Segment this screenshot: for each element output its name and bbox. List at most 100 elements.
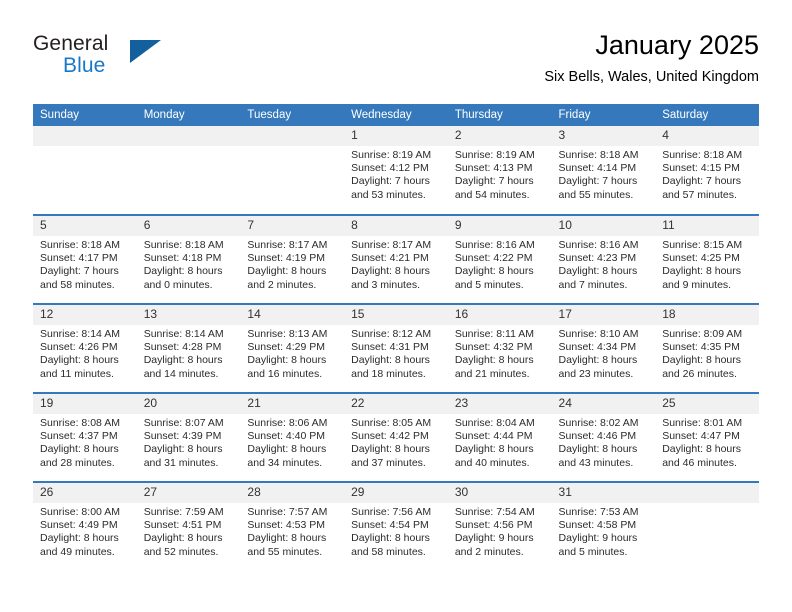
sunset-text: Sunset: 4:51 PM xyxy=(143,519,222,532)
daylight-text: Daylight: 8 hours and 3 minutes. xyxy=(351,265,430,291)
calendar-day-cell[interactable]: 10 Sunrise: 8:16 AM Sunset: 4:23 PM Dayligh… xyxy=(551,214,656,304)
daylight-text: Daylight: 8 hours and 2 minutes. xyxy=(247,265,327,291)
sunset-text: Sunset: 4:15 PM xyxy=(662,162,740,175)
day-info: Sunrise: 8:16 AM Sunset: 4:22 PM Daylight:… xyxy=(448,236,552,292)
calendar-day-cell[interactable]: 30 Sunrise: 7:54 AM Sunset: 4:56 PM Dayligh… xyxy=(447,481,552,571)
calendar-day-cell[interactable]: 18 Sunrise: 8:09 AM Sunset: 4:35 PM Dayligh… xyxy=(655,303,759,393)
sunset-text: Sunset: 4:35 PM xyxy=(662,341,740,354)
calendar-day-cell[interactable]: 31 Sunrise: 7:53 AM Sunset: 4:58 PM Dayligh… xyxy=(551,481,656,571)
sunrise-text: Sunrise: 8:04 AM xyxy=(454,417,535,429)
sunset-text: Sunset: 4:46 PM xyxy=(558,430,637,443)
day-number: 29 xyxy=(344,483,448,503)
calendar-day-cell-empty xyxy=(33,126,137,215)
sunrise-text: Sunrise: 8:02 AM xyxy=(558,417,639,429)
sunset-text: Sunset: 4:47 PM xyxy=(662,430,740,443)
calendar-day-cell[interactable]: 1 Sunrise: 8:19 AM Sunset: 4:12 PM Daylight… xyxy=(344,126,448,215)
calendar-day-cell[interactable]: 17 Sunrise: 8:10 AM Sunset: 4:34 PM Dayligh… xyxy=(551,303,656,393)
sunrise-text: Sunrise: 8:08 AM xyxy=(40,417,120,429)
sunrise-text: Sunrise: 8:15 AM xyxy=(662,239,743,251)
sunrise-text: Sunrise: 8:11 AM xyxy=(454,328,534,340)
day-number: 23 xyxy=(447,394,552,414)
sunset-text: Sunset: 4:29 PM xyxy=(247,341,326,354)
calendar-day-cell[interactable]: 26 Sunrise: 8:00 AM Sunset: 4:49 PM Dayligh… xyxy=(33,481,137,571)
day-info: Sunrise: 8:09 AM Sunset: 4:35 PM Daylight:… xyxy=(655,325,759,381)
daylight-text: Daylight: 9 hours and 2 minutes. xyxy=(454,532,534,558)
calendar-day-cell[interactable]: 13 Sunrise: 8:14 AM Sunset: 4:28 PM Dayligh… xyxy=(136,303,241,393)
calendar-day-cell[interactable]: 9 Sunrise: 8:16 AM Sunset: 4:22 PM Daylight… xyxy=(447,214,552,304)
sunset-text: Sunset: 4:13 PM xyxy=(454,162,533,175)
day-number: 18 xyxy=(655,305,759,325)
calendar-day-cell[interactable]: 3 Sunrise: 8:18 AM Sunset: 4:14 PM Daylight… xyxy=(551,126,656,215)
weekday-header-wednesday: Wednesday xyxy=(344,104,448,126)
day-number: 9 xyxy=(447,216,552,236)
day-info: Sunrise: 7:53 AM Sunset: 4:58 PM Daylight:… xyxy=(552,503,656,559)
calendar-week-row: 5 Sunrise: 8:18 AM Sunset: 4:17 PM Daylight… xyxy=(33,214,759,304)
calendar-day-cell[interactable]: 6 Sunrise: 8:18 AM Sunset: 4:18 PM Daylight… xyxy=(136,214,241,304)
daylight-text: Daylight: 8 hours and 49 minutes. xyxy=(40,532,119,558)
calendar-day-cell[interactable]: 27 Sunrise: 7:59 AM Sunset: 4:51 PM Dayligh… xyxy=(136,481,241,571)
calendar-day-cell[interactable]: 28 Sunrise: 7:57 AM Sunset: 4:53 PM Dayligh… xyxy=(240,481,345,571)
calendar-day-cell[interactable]: 24 Sunrise: 8:02 AM Sunset: 4:46 PM Dayligh… xyxy=(551,392,656,482)
day-info: Sunrise: 8:07 AM Sunset: 4:39 PM Daylight:… xyxy=(137,414,241,470)
sunset-text: Sunset: 4:32 PM xyxy=(454,341,533,354)
calendar-day-cell[interactable]: 7 Sunrise: 8:17 AM Sunset: 4:19 PM Daylight… xyxy=(240,214,345,304)
calendar-day-cell[interactable]: 2 Sunrise: 8:19 AM Sunset: 4:13 PM Daylight… xyxy=(447,126,552,215)
day-number: 28 xyxy=(240,483,345,503)
title-block: January 2025 Six Bells, Wales, United Ki… xyxy=(544,28,759,86)
calendar-day-cell[interactable]: 15 Sunrise: 8:12 AM Sunset: 4:31 PM Dayligh… xyxy=(344,303,448,393)
brand-logo[interactable]: General Blue xyxy=(33,32,233,84)
sunrise-text: Sunrise: 8:19 AM xyxy=(454,149,535,161)
weekday-header-tuesday: Tuesday xyxy=(240,104,345,126)
day-number: 5 xyxy=(33,216,137,236)
daylight-text: Daylight: 7 hours and 57 minutes. xyxy=(662,175,742,201)
day-number: 27 xyxy=(136,483,241,503)
sunrise-text: Sunrise: 8:07 AM xyxy=(143,417,224,429)
calendar-day-cell[interactable]: 8 Sunrise: 8:17 AM Sunset: 4:21 PM Daylight… xyxy=(344,214,448,304)
day-info: Sunrise: 8:10 AM Sunset: 4:34 PM Daylight:… xyxy=(552,325,656,381)
daylight-text: Daylight: 8 hours and 58 minutes. xyxy=(351,532,430,558)
calendar-day-cell[interactable]: 11 Sunrise: 8:15 AM Sunset: 4:25 PM Dayligh… xyxy=(655,214,759,304)
calendar-day-cell[interactable]: 25 Sunrise: 8:01 AM Sunset: 4:47 PM Dayligh… xyxy=(655,392,759,482)
calendar-day-cell[interactable]: 29 Sunrise: 7:56 AM Sunset: 4:54 PM Dayligh… xyxy=(344,481,448,571)
day-info: Sunrise: 8:17 AM Sunset: 4:21 PM Daylight:… xyxy=(344,236,448,292)
day-info: Sunrise: 8:11 AM Sunset: 4:32 PM Daylight:… xyxy=(448,325,552,381)
day-info: Sunrise: 8:15 AM Sunset: 4:25 PM Daylight:… xyxy=(655,236,759,292)
calendar-day-cell[interactable]: 21 Sunrise: 8:06 AM Sunset: 4:40 PM Dayligh… xyxy=(240,392,345,482)
calendar-day-cell[interactable]: 12 Sunrise: 8:14 AM Sunset: 4:26 PM Dayligh… xyxy=(33,303,137,393)
calendar-day-cell[interactable]: 16 Sunrise: 8:11 AM Sunset: 4:32 PM Dayligh… xyxy=(447,303,552,393)
calendar-week-row: 19 Sunrise: 8:08 AM Sunset: 4:37 PM Dayligh… xyxy=(33,392,759,482)
calendar-day-cell[interactable]: 4 Sunrise: 8:18 AM Sunset: 4:15 PM Daylight… xyxy=(655,126,759,215)
calendar-day-cell[interactable]: 5 Sunrise: 8:18 AM Sunset: 4:17 PM Daylight… xyxy=(33,214,137,304)
day-info: Sunrise: 8:18 AM Sunset: 4:15 PM Daylight:… xyxy=(655,146,759,202)
daylight-text: Daylight: 8 hours and 11 minutes. xyxy=(40,354,119,380)
sunset-text: Sunset: 4:26 PM xyxy=(40,341,118,354)
day-number: 20 xyxy=(136,394,241,414)
daylight-text: Daylight: 8 hours and 31 minutes. xyxy=(143,443,223,469)
day-number: 16 xyxy=(447,305,552,325)
sunset-text: Sunset: 4:22 PM xyxy=(454,252,533,265)
day-info: Sunrise: 7:56 AM Sunset: 4:54 PM Daylight:… xyxy=(344,503,448,559)
sunrise-text: Sunrise: 8:16 AM xyxy=(558,239,639,251)
calendar-day-cell[interactable]: 20 Sunrise: 8:07 AM Sunset: 4:39 PM Dayligh… xyxy=(136,392,241,482)
sunset-text: Sunset: 4:18 PM xyxy=(143,252,222,265)
day-number xyxy=(240,126,345,146)
sunset-text: Sunset: 4:23 PM xyxy=(558,252,637,265)
day-number: 13 xyxy=(136,305,241,325)
day-number: 17 xyxy=(551,305,656,325)
day-number: 2 xyxy=(447,126,552,146)
calendar-week-row: 12 Sunrise: 8:14 AM Sunset: 4:26 PM Dayligh… xyxy=(33,303,759,393)
calendar-day-cell[interactable]: 14 Sunrise: 8:13 AM Sunset: 4:29 PM Dayligh… xyxy=(240,303,345,393)
calendar-day-cell-empty xyxy=(655,481,759,571)
calendar-day-cell[interactable]: 22 Sunrise: 8:05 AM Sunset: 4:42 PM Dayligh… xyxy=(344,392,448,482)
sunset-text: Sunset: 4:34 PM xyxy=(558,341,637,354)
day-info: Sunrise: 8:08 AM Sunset: 4:37 PM Daylight:… xyxy=(33,414,137,470)
calendar-day-cell[interactable]: 19 Sunrise: 8:08 AM Sunset: 4:37 PM Dayligh… xyxy=(33,392,137,482)
day-number: 30 xyxy=(447,483,552,503)
sunrise-text: Sunrise: 7:56 AM xyxy=(351,506,432,518)
weekday-header-saturday: Saturday xyxy=(655,104,759,126)
day-info: Sunrise: 8:01 AM Sunset: 4:47 PM Daylight:… xyxy=(655,414,759,470)
calendar-week-row: 26 Sunrise: 8:00 AM Sunset: 4:49 PM Dayligh… xyxy=(33,481,759,571)
calendar-day-cell[interactable]: 23 Sunrise: 8:04 AM Sunset: 4:44 PM Dayligh… xyxy=(447,392,552,482)
sunset-text: Sunset: 4:14 PM xyxy=(558,162,637,175)
day-info: Sunrise: 8:02 AM Sunset: 4:46 PM Daylight:… xyxy=(552,414,656,470)
